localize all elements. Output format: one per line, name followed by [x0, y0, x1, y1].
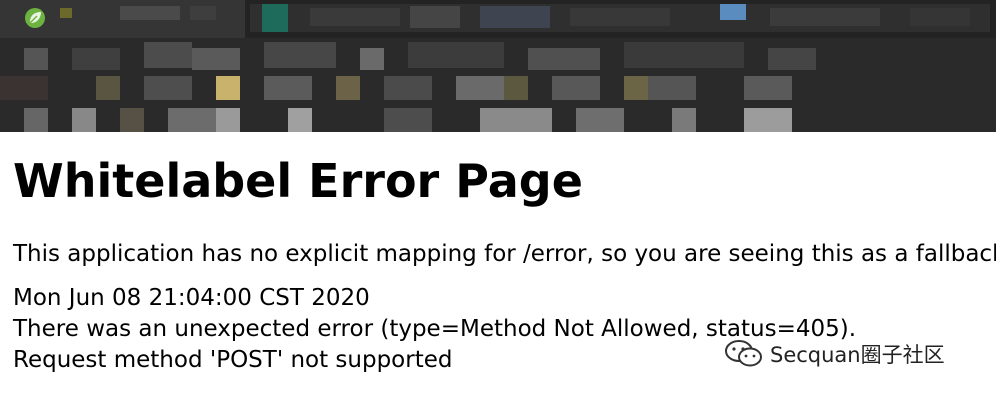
spring-leaf-icon	[25, 8, 45, 28]
wechat-icon	[725, 340, 762, 367]
watermark: Secquan圈子社区	[724, 337, 945, 371]
error-timestamp: Mon Jun 08 21:04:00 CST 2020	[13, 285, 370, 311]
bookmarks-bar-blurred	[0, 38, 996, 132]
page-title: Whitelabel Error Page	[13, 154, 583, 208]
browser-tab[interactable]	[0, 0, 245, 38]
tab-title-blurred	[60, 8, 72, 18]
error-message: This application has no explicit mapping…	[13, 241, 996, 267]
tab-title-blurred	[120, 6, 180, 20]
watermark-text: Secquan圈子社区	[770, 343, 945, 367]
tab-title-blurred	[190, 6, 216, 20]
tab-strip	[0, 0, 996, 38]
address-bar-blurred[interactable]	[250, 4, 990, 32]
browser-chrome	[0, 0, 996, 132]
